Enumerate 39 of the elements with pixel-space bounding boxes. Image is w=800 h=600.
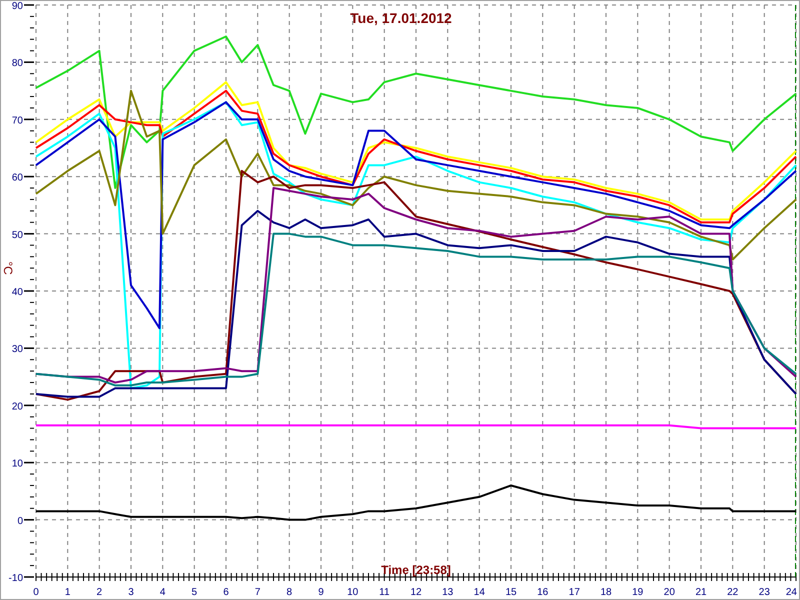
axis-tick-label: 70 bbox=[12, 115, 23, 126]
axis-tick-label: 24 bbox=[786, 587, 797, 598]
y-axis-title: °C bbox=[1, 261, 15, 275]
axis-tick-label: 17 bbox=[568, 587, 580, 598]
axis-tick-label: 80 bbox=[12, 58, 23, 70]
axis-tick-label: 12 bbox=[410, 587, 422, 598]
axis-tick-label: 40 bbox=[12, 287, 23, 298]
axis-tick-label: 20 bbox=[664, 587, 675, 598]
axis-tick-label: 15 bbox=[505, 587, 517, 598]
axis-tick-label: 11 bbox=[379, 587, 390, 598]
axis-tick-label: 0 bbox=[17, 516, 23, 527]
x-axis-title: Time [23:58] bbox=[381, 563, 451, 577]
axis-tick-label: 2 bbox=[96, 587, 102, 598]
axis-tick-label: 9 bbox=[318, 587, 324, 598]
axis-tick-label: 10 bbox=[12, 458, 23, 470]
axis-tick-label: 7 bbox=[254, 587, 260, 598]
axis-tick-label: 50 bbox=[12, 230, 23, 241]
axis-tick-label: 60 bbox=[12, 172, 23, 184]
axis-tick-label: 13 bbox=[442, 587, 454, 598]
axis-tick-label: 3 bbox=[128, 587, 134, 598]
axis-tick-label: 5 bbox=[192, 587, 198, 598]
axis-tick-label: 6 bbox=[223, 587, 229, 598]
axis-tick-label: 4 bbox=[160, 587, 166, 598]
chart-title: Tue, 17.01.2012 bbox=[350, 10, 452, 26]
axis-tick-label: -10 bbox=[8, 573, 23, 584]
axis-tick-label: 16 bbox=[537, 587, 548, 598]
axis-tick-label: 8 bbox=[286, 587, 292, 598]
axis-tick-label: 30 bbox=[12, 344, 23, 356]
axis-tick-label: 20 bbox=[12, 401, 23, 412]
axis-tick-label: 18 bbox=[600, 587, 612, 598]
axis-tick-label: 21 bbox=[695, 587, 707, 598]
axis-tick-label: 1 bbox=[64, 587, 70, 598]
axis-tick-label: 90 bbox=[12, 1, 23, 12]
axis-tick-label: 23 bbox=[758, 587, 770, 598]
axis-tick-label: 14 bbox=[474, 587, 485, 598]
axis-tick-label: 22 bbox=[727, 587, 738, 598]
axis-tick-label: 19 bbox=[632, 587, 644, 598]
axis-tick-label: 10 bbox=[347, 587, 358, 598]
axis-tick-label: 0 bbox=[33, 587, 39, 598]
